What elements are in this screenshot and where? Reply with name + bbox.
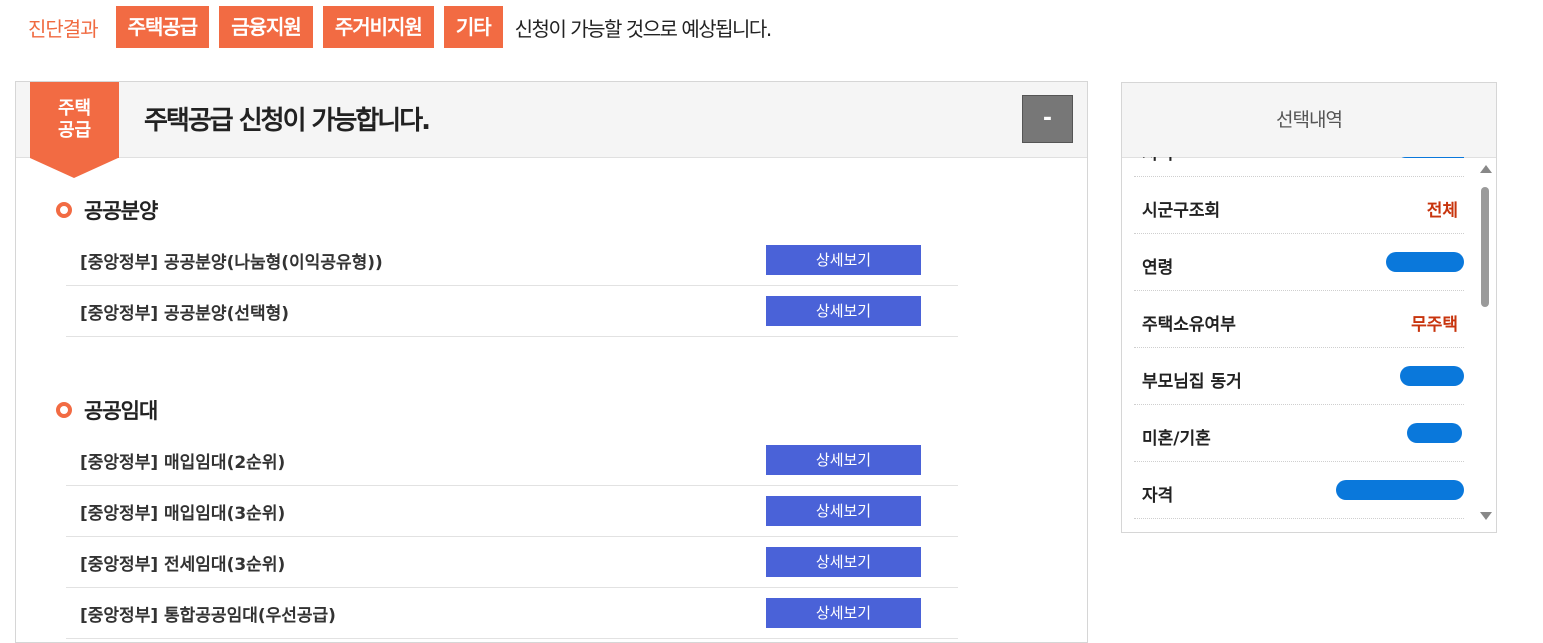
ribbon-line-2: 공급 bbox=[57, 120, 92, 141]
section-public-rental: 공공임대 [중앙정부] 매입임대(2순위) 상세보기 [중앙정부] 매입임대(3… bbox=[56, 395, 958, 639]
selection-summary-title: 선택내역 bbox=[1122, 83, 1496, 158]
selection-label: 주택소유여부 bbox=[1142, 315, 1236, 335]
category-badge-housing[interactable]: 주택공급 bbox=[115, 6, 210, 48]
housing-supply-panel: 주택공급 신청이 가능합니다. - 주택 공급 공공분양 [중앙정부] 공공분양… bbox=[15, 81, 1088, 643]
detail-view-button[interactable]: 상세보기 bbox=[766, 598, 921, 628]
scroll-up-arrow-icon[interactable] bbox=[1480, 165, 1492, 173]
selection-list[interactable]: 지역 시군구조회 전체 연령 주택소유여부 무주택 부모님집 동거 미혼/기혼 bbox=[1134, 157, 1464, 532]
selection-row-age: 연령 bbox=[1134, 234, 1464, 291]
detail-view-button[interactable]: 상세보기 bbox=[766, 296, 921, 326]
detail-view-button[interactable]: 상세보기 bbox=[766, 245, 921, 275]
selection-row-marital-status: 미혼/기혼 bbox=[1134, 405, 1464, 462]
bullet-icon bbox=[56, 202, 72, 218]
result-title: 진단결과 bbox=[28, 16, 99, 41]
redacted-value bbox=[1400, 366, 1464, 386]
section-header: 공공분양 bbox=[56, 195, 948, 225]
list-item: [중앙정부] 매입임대(2순위) 상세보기 bbox=[66, 435, 958, 486]
category-badge-other[interactable]: 기타 bbox=[443, 6, 503, 48]
selection-row-district: 시군구조회 전체 bbox=[1134, 177, 1464, 234]
item-label: [중앙정부] 통합공공임대(우선공급) bbox=[80, 606, 336, 626]
redacted-value bbox=[1396, 157, 1464, 158]
item-label: [중앙정부] 공공분양(나눔형(이익공유형)) bbox=[80, 253, 383, 273]
list-item: [중앙정부] 전세임대(3순위) 상세보기 bbox=[66, 537, 958, 588]
section-title: 공공임대 bbox=[84, 399, 158, 423]
detail-view-button[interactable]: 상세보기 bbox=[766, 547, 921, 577]
selection-label: 시군구조회 bbox=[1142, 201, 1221, 221]
collapse-button[interactable]: - bbox=[1022, 95, 1073, 143]
selection-label: 미혼/기혼 bbox=[1142, 429, 1211, 449]
scroll-down-arrow-icon[interactable] bbox=[1480, 512, 1492, 520]
section-public-sale: 공공분양 [중앙정부] 공공분양(나눔형(이익공유형)) 상세보기 [중앙정부]… bbox=[56, 195, 958, 337]
item-label: [중앙정부] 전세임대(3순위) bbox=[80, 555, 286, 575]
redacted-value bbox=[1407, 423, 1462, 443]
ribbon-tail bbox=[30, 158, 118, 178]
detail-view-button[interactable]: 상세보기 bbox=[766, 445, 921, 475]
diagnosis-result-bar: 진단결과 주택공급 금융지원 주거비지원 기타 신청이 가능할 것으로 예상됩니… bbox=[28, 5, 773, 49]
selection-row-region: 지역 bbox=[1134, 157, 1464, 177]
panel-title: 주택공급 신청이 가능합니다. bbox=[144, 106, 431, 136]
selection-row-home-ownership: 주택소유여부 무주택 bbox=[1134, 291, 1464, 348]
selection-label: 자격 bbox=[1142, 486, 1174, 506]
list-item: [중앙정부] 공공분양(나눔형(이익공유형)) 상세보기 bbox=[66, 235, 958, 286]
item-label: [중앙정부] 매입임대(3순위) bbox=[80, 504, 286, 524]
panel-header: 주택공급 신청이 가능합니다. - bbox=[16, 82, 1087, 158]
bullet-icon bbox=[56, 402, 72, 418]
selection-row-living-with-parents: 부모님집 동거 bbox=[1134, 348, 1464, 405]
redacted-value bbox=[1386, 252, 1464, 272]
selection-label: 연령 bbox=[1142, 258, 1174, 278]
list-item: [중앙정부] 매입임대(3순위) 상세보기 bbox=[66, 486, 958, 537]
result-suffix-text: 신청이 가능할 것으로 예상됩니다. bbox=[514, 16, 773, 41]
category-badge-housing-cost[interactable]: 주거비지원 bbox=[322, 6, 434, 48]
redacted-value bbox=[1336, 480, 1464, 500]
selection-label: 지역 bbox=[1142, 157, 1173, 164]
category-badge-finance[interactable]: 금융지원 bbox=[219, 6, 313, 48]
selection-summary-panel: 선택내역 지역 시군구조회 전체 연령 주택소유여부 무주택 부모님집 동거 bbox=[1121, 82, 1497, 533]
selection-row-eligibility: 자격 bbox=[1134, 462, 1464, 519]
item-label: [중앙정부] 공공분양(선택형) bbox=[80, 304, 290, 324]
selection-label: 부모님집 동거 bbox=[1142, 372, 1242, 392]
ribbon-line-1: 주택 bbox=[57, 98, 92, 119]
list-item: [중앙정부] 공공분양(선택형) 상세보기 bbox=[66, 286, 958, 337]
section-title: 공공분양 bbox=[84, 199, 158, 223]
list-item: [중앙정부] 통합공공임대(우선공급) 상세보기 bbox=[66, 588, 958, 639]
selection-value: 전체 bbox=[1426, 201, 1458, 221]
scrollbar[interactable] bbox=[1476, 157, 1494, 532]
selection-value: 무주택 bbox=[1411, 315, 1458, 335]
category-ribbon: 주택 공급 bbox=[30, 82, 119, 158]
item-label: [중앙정부] 매입임대(2순위) bbox=[80, 453, 286, 473]
section-header: 공공임대 bbox=[56, 395, 948, 425]
scroll-thumb[interactable] bbox=[1481, 187, 1489, 307]
detail-view-button[interactable]: 상세보기 bbox=[766, 496, 921, 526]
